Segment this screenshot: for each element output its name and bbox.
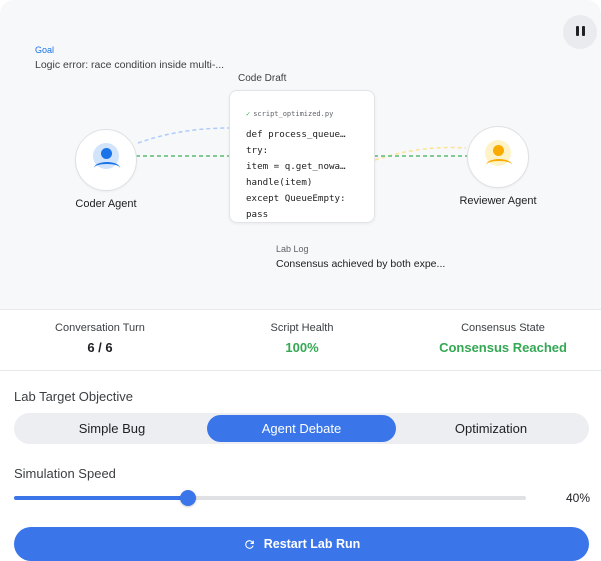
objective-title: Lab Target Objective bbox=[14, 389, 133, 404]
draft-filename-text: script_optimized.py bbox=[253, 110, 334, 118]
restart-label: Restart Lab Run bbox=[263, 537, 361, 551]
reviewer-avatar bbox=[467, 126, 529, 188]
script-health-stat: Script Health 100% bbox=[202, 322, 402, 355]
slider-fill bbox=[14, 496, 188, 500]
lab-log-label: Lab Log bbox=[276, 244, 309, 254]
code-line: def process_queue… bbox=[246, 129, 346, 140]
consensus-state-stat: Consensus State Consensus Reached bbox=[403, 322, 601, 355]
objective-simple-bug-button[interactable]: Simple Bug bbox=[18, 415, 206, 442]
slider-thumb[interactable] bbox=[180, 490, 196, 506]
simulation-stage: Goal Logic error: race condition inside … bbox=[0, 0, 601, 310]
stat-label: Script Health bbox=[270, 322, 334, 334]
code-line: pass bbox=[246, 209, 269, 220]
stat-value: Consensus Reached bbox=[439, 340, 567, 355]
conversation-turn-stat: Conversation Turn 6 / 6 bbox=[0, 322, 200, 355]
stat-value: 6 / 6 bbox=[87, 340, 113, 355]
divider bbox=[0, 370, 601, 371]
speed-title: Simulation Speed bbox=[14, 466, 116, 481]
code-line: except QueueEmpty: bbox=[246, 193, 346, 204]
speed-value: 40% bbox=[565, 491, 590, 505]
reviewer-agent-name: Reviewer Agent bbox=[459, 195, 537, 207]
coder-link-curve bbox=[137, 127, 230, 144]
objective-segmented-control: Simple Bug Agent Debate Optimization bbox=[14, 413, 589, 444]
draft-filename: ✓ script_optimized.py bbox=[246, 110, 333, 118]
coder-avatar bbox=[75, 129, 137, 191]
code-line: handle(item) bbox=[246, 177, 313, 188]
code-line: try: bbox=[246, 145, 269, 156]
stat-label: Consensus State bbox=[461, 322, 545, 334]
code-draft-label: Code Draft bbox=[238, 73, 287, 84]
objective-optimization-button[interactable]: Optimization bbox=[397, 415, 585, 442]
objective-agent-debate-button[interactable]: Agent Debate bbox=[207, 415, 396, 442]
coder-agent: Coder Agent bbox=[74, 129, 138, 210]
lab-log-text: Consensus achieved by both expe... bbox=[276, 258, 446, 270]
reviewer-link-curve bbox=[374, 146, 467, 161]
coder-agent-name: Coder Agent bbox=[75, 198, 137, 210]
stat-value: 100% bbox=[285, 340, 319, 355]
stat-label: Conversation Turn bbox=[55, 322, 145, 334]
restart-lab-run-button[interactable]: Restart Lab Run bbox=[14, 527, 589, 561]
code-draft-card: ✓ script_optimized.py def process_queue… … bbox=[229, 90, 375, 223]
lab-card: Goal Logic error: race condition inside … bbox=[0, 0, 601, 561]
speed-slider[interactable] bbox=[14, 488, 526, 508]
reviewer-agent: Reviewer Agent bbox=[459, 126, 537, 207]
code-line: item = q.get_nowa… bbox=[246, 161, 346, 172]
code-block: def process_queue… try: item = q.get_now… bbox=[246, 127, 372, 222]
refresh-icon bbox=[244, 539, 254, 549]
check-icon: ✓ bbox=[246, 110, 251, 118]
